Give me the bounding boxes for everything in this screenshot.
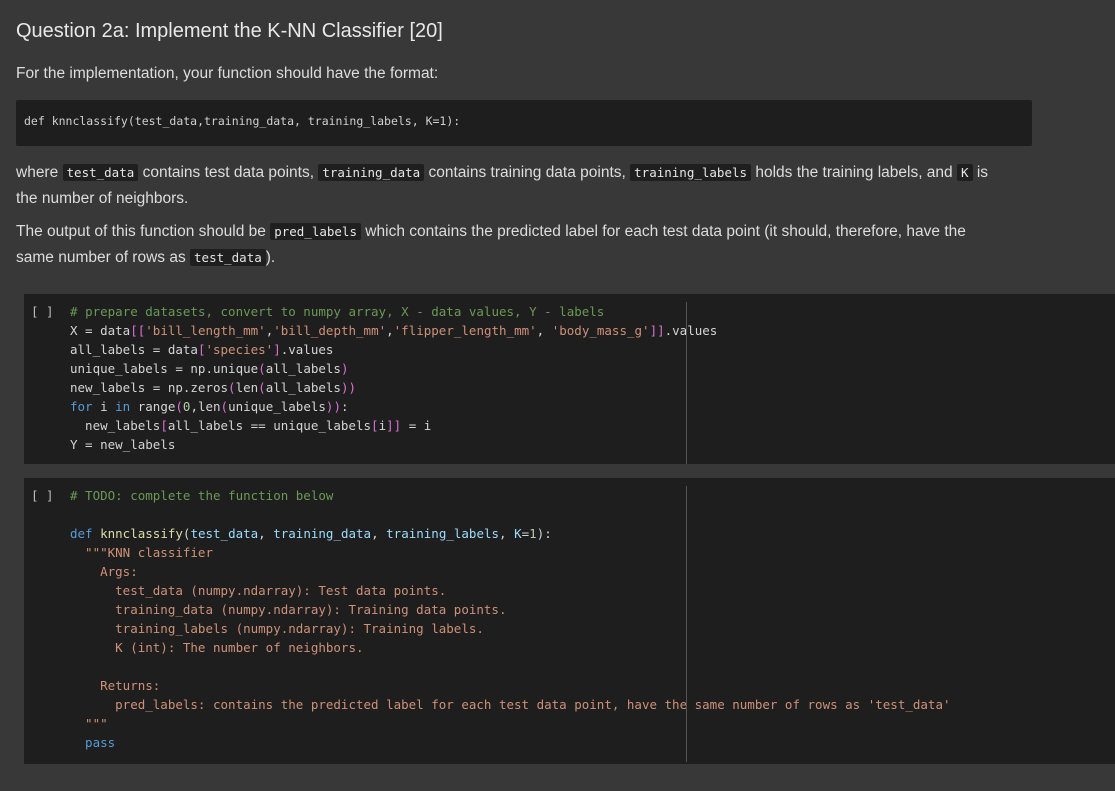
text-span: the number of neighbors. [16,190,189,207]
code-line: training_labels (numpy.ndarray): Trainin… [70,621,484,636]
text-span: contains test data points, [138,164,319,181]
code-line: # TODO: complete the function below [70,488,334,503]
code-line: for i in range(0,len(unique_labels)): [70,399,349,414]
inline-code-k: K [956,164,973,181]
run-cell-button[interactable]: [ ] [31,488,54,503]
ruler-line [686,302,687,464]
output-paragraph: The output of this function should be pr… [16,219,1036,271]
code-line: Args: [70,564,138,579]
code-line: training_data (numpy.ndarray): Training … [70,602,507,617]
code-line: X = data[['bill_length_mm','bill_depth_m… [70,323,718,338]
description-paragraph: where test_data contains test data point… [16,160,1036,212]
code-cell-2[interactable]: [ ] # TODO: complete the function below … [24,478,1115,764]
inline-code-training-labels: training_labels [630,164,752,181]
text-span: contains training data points, [424,164,631,181]
code-line: # prepare datasets, convert to numpy arr… [70,304,605,319]
code-line: def knnclassify(test_data, training_data… [70,526,552,541]
code-cell-1[interactable]: [ ] # prepare datasets, convert to numpy… [24,294,1115,464]
inline-code-pred-labels: pred_labels [270,223,361,240]
text-span: which contains the predicted label for e… [361,223,966,240]
code-line: unique_labels = np.unique(all_labels) [70,361,349,376]
signature-code: def knnclassify(test_data,training_data,… [24,114,461,128]
code-line: pass [70,735,116,750]
text-span: holds the training labels, and [751,164,957,181]
code-line: """KNN classifier [70,545,213,560]
text-span: where [16,164,63,181]
signature-code-block: def knnclassify(test_data,training_data,… [16,100,1032,146]
inline-code-training-data: training_data [318,164,425,181]
intro-text: For the implementation, your function sh… [16,65,439,82]
text-span: The output of this function should be [16,223,271,240]
code-line: test_data (numpy.ndarray): Test data poi… [70,583,447,598]
code-line: Returns: [70,678,161,693]
code-line: new_labels = np.zeros(len(all_labels)) [70,380,357,395]
code-line: new_labels[all_labels == unique_labels[i… [70,418,432,433]
code-editor[interactable]: # TODO: complete the function below def … [70,486,951,752]
code-line: Y = new_labels [70,437,176,452]
code-line: """ [70,716,108,731]
text-span: is [972,164,989,181]
run-cell-button[interactable]: [ ] [31,304,54,319]
inline-code-test-data: test_data [62,164,139,181]
code-editor[interactable]: # prepare datasets, convert to numpy arr… [70,302,717,454]
text-span: ). [265,249,276,266]
question-heading: Question 2a: Implement the K-NN Classifi… [16,20,443,42]
code-line: K (int): The number of neighbors. [70,640,364,655]
ruler-line [686,486,687,762]
code-line: all_labels = data['species'].values [70,342,334,357]
code-line: pred_labels: contains the predicted labe… [70,697,951,712]
inline-code-test-data-2: test_data [190,249,266,266]
text-span: same number of rows as [16,249,191,266]
